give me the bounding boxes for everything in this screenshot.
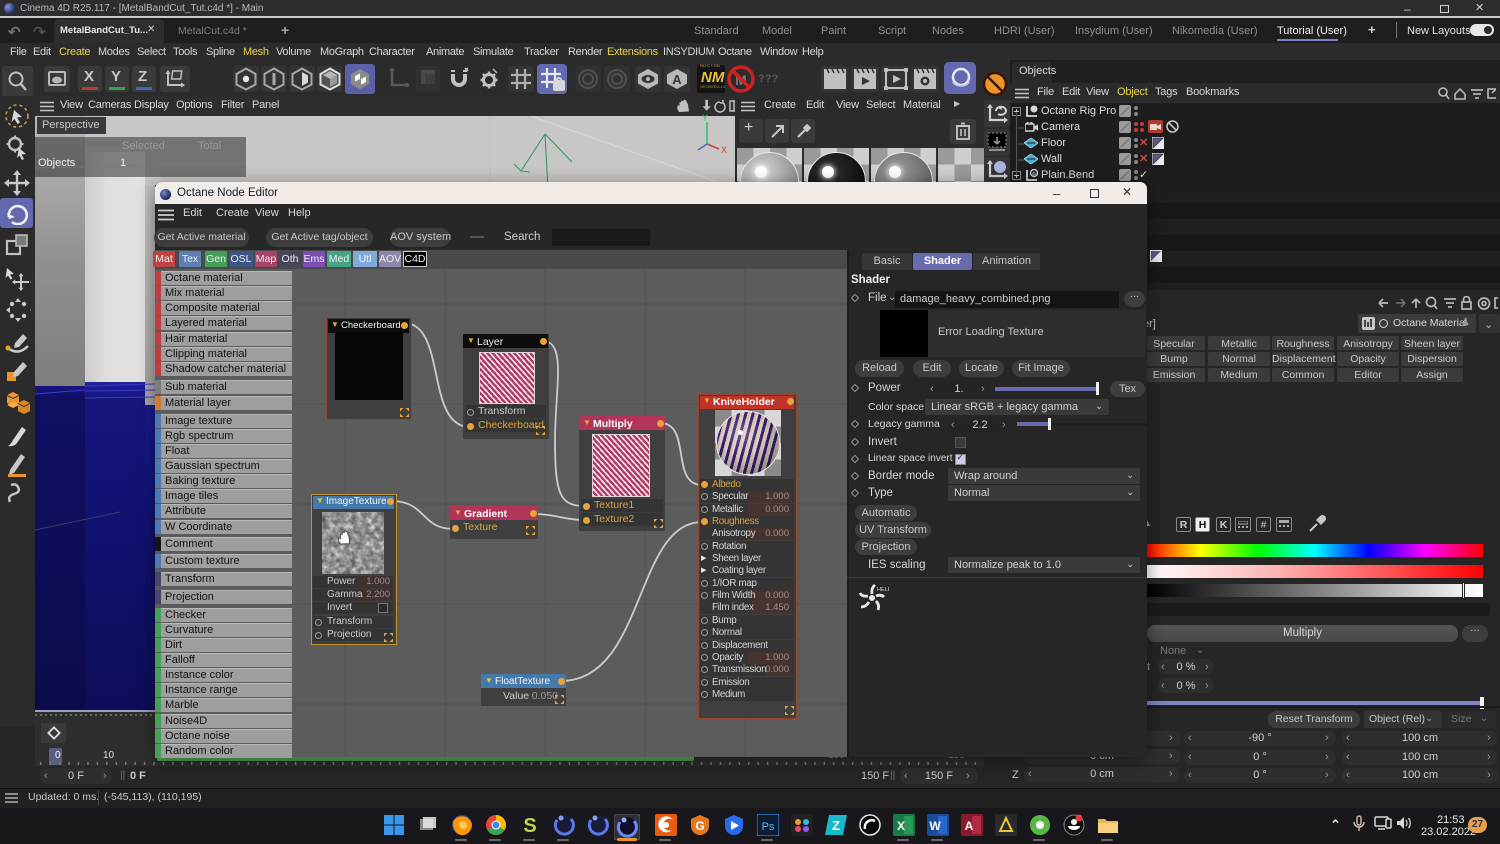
- svg-text:HELP: HELP: [877, 587, 889, 593]
